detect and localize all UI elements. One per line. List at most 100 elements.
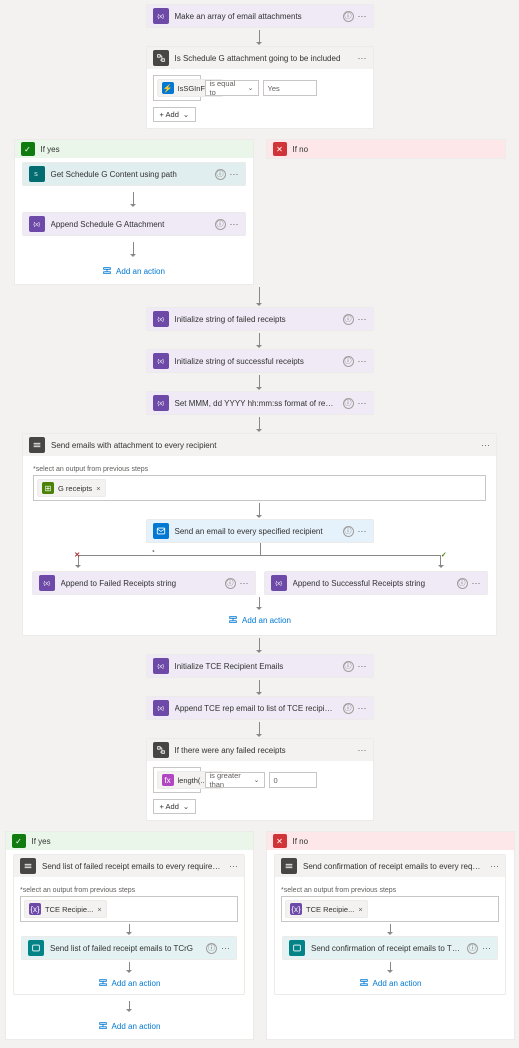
info-icon[interactable]: ⓘ: [343, 356, 354, 367]
add-action-link[interactable]: Add an action: [228, 615, 291, 625]
action-init-success[interactable]: {x} Initialize string of successful rece…: [146, 349, 374, 373]
foreach-failed-tce[interactable]: Send list of failed receipt emails to ev…: [13, 854, 245, 995]
more-icon[interactable]: ···: [358, 398, 367, 408]
action-send-confirmation[interactable]: Send confirmation of receipt emails to T…: [282, 936, 498, 960]
variable-icon: {x}: [153, 395, 169, 411]
foreach-confirm-tce[interactable]: Send confirmation of receipt emails to e…: [274, 854, 506, 995]
more-icon[interactable]: ···: [230, 169, 239, 179]
action-send-failed-list[interactable]: Send list of failed receipt emails to TC…: [21, 936, 237, 960]
action-append-success[interactable]: {x} Append to Successful Receipts string…: [264, 571, 488, 595]
condition-icon: [153, 50, 169, 66]
more-icon[interactable]: ···: [230, 219, 239, 229]
select-output-label: *select an output from previous steps: [20, 887, 238, 894]
condition-left-operand[interactable]: fxlength(...)×: [153, 767, 201, 793]
action-get-schedule-g[interactable]: S Get Schedule G Content using path ⓘ···: [22, 162, 246, 186]
svg-text:{x}: {x}: [157, 359, 164, 365]
more-icon[interactable]: ···: [229, 861, 238, 871]
select-output-input[interactable]: ⊞G receipts×: [33, 475, 486, 501]
yes-branch-2: ✓ If yes Send list of failed receipt ema…: [5, 831, 254, 1040]
condition-schedule-g[interactable]: Is Schedule G attachment going to be inc…: [146, 46, 374, 129]
connector-arrow: [133, 242, 134, 256]
more-icon[interactable]: ···: [482, 943, 491, 953]
more-icon[interactable]: ···: [240, 578, 249, 588]
variable-icon: {x}: [271, 575, 287, 591]
condition-right-operand[interactable]: 0: [269, 772, 317, 788]
info-icon[interactable]: ⓘ: [343, 661, 354, 672]
add-condition-row-button[interactable]: + Add⌄: [153, 799, 197, 814]
info-icon[interactable]: ⓘ: [467, 943, 478, 954]
variable-icon: {x}: [29, 216, 45, 232]
more-icon[interactable]: ···: [481, 440, 490, 450]
info-icon[interactable]: ⓘ: [215, 169, 226, 180]
action-append-failed[interactable]: {x} Append to Failed Receipts string ⓘ··…: [32, 571, 256, 595]
variable-token-icon: {x}: [29, 903, 41, 915]
foreach-send-emails[interactable]: Send emails with attachment to every rec…: [22, 433, 497, 636]
condition-icon: [153, 742, 169, 758]
more-icon[interactable]: ···: [358, 661, 367, 671]
add-action-link[interactable]: Add an action: [98, 978, 161, 988]
no-branch-2: ✕ If no Send confirmation of receipt ema…: [266, 831, 515, 1040]
condition-failed-receipts[interactable]: If there were any failed receipts ··· fx…: [146, 738, 374, 821]
info-icon[interactable]: ⓘ: [225, 578, 236, 589]
remove-token-icon[interactable]: ×: [96, 484, 100, 493]
action-set-format[interactable]: {x} Set MMM, dd YYYY hh:mm:ss format of …: [146, 391, 374, 415]
success-path-icon: ✓: [441, 551, 447, 559]
more-icon[interactable]: ···: [358, 526, 367, 536]
remove-token-icon[interactable]: ×: [358, 905, 362, 914]
select-output-input[interactable]: {x}TCE Recipie...×: [20, 896, 238, 922]
action-append-tce[interactable]: {x} Append TCE rep email to list of TCE …: [146, 696, 374, 720]
svg-text:{x}: {x}: [157, 664, 164, 670]
more-icon[interactable]: ···: [472, 578, 481, 588]
variable-icon: {x}: [153, 311, 169, 327]
action-send-email[interactable]: Send an email to every specified recipie…: [146, 519, 374, 543]
condition-operator[interactable]: is equal to⌄: [205, 80, 259, 96]
add-action-link[interactable]: Add an action: [98, 1021, 161, 1031]
more-icon[interactable]: ···: [221, 943, 230, 953]
remove-token-icon[interactable]: ×: [97, 905, 101, 914]
more-icon[interactable]: ···: [358, 314, 367, 324]
select-output-label: *select an output from previous steps: [33, 466, 486, 473]
action-make-array[interactable]: {x} Make an array of email attachments ⓘ…: [146, 4, 374, 28]
connector-arrow: [390, 924, 391, 934]
connector-arrow: [259, 30, 260, 44]
connector-arrow: [259, 333, 260, 347]
info-icon[interactable]: ⓘ: [215, 219, 226, 230]
action-init-tce[interactable]: {x} Initialize TCE Recipient Emails ⓘ···: [146, 654, 374, 678]
more-icon[interactable]: ···: [358, 703, 367, 713]
info-icon[interactable]: ⓘ: [206, 943, 217, 954]
info-icon[interactable]: ⓘ: [343, 398, 354, 409]
condition-left-operand[interactable]: ⚡IsSGInFor...: [153, 75, 201, 101]
variable-icon: {x}: [153, 700, 169, 716]
more-icon[interactable]: ···: [358, 745, 367, 755]
add-action-link[interactable]: Add an action: [359, 978, 422, 988]
svg-text:{x}: {x}: [157, 706, 164, 712]
add-condition-row-button[interactable]: + Add⌄: [153, 107, 197, 122]
info-icon[interactable]: ⓘ: [457, 578, 468, 589]
info-icon[interactable]: ⓘ: [343, 11, 354, 22]
no-label: If no: [293, 145, 309, 154]
select-output-input[interactable]: {x}TCE Recipie...×: [281, 896, 499, 922]
variable-icon: {x}: [153, 353, 169, 369]
variable-icon: {x}: [39, 575, 55, 591]
foreach-icon: [20, 858, 36, 874]
expression-icon: fx: [162, 774, 174, 786]
more-icon[interactable]: ···: [358, 53, 367, 63]
dynamic-content-icon: ⚡: [162, 82, 174, 94]
foreach-icon: [281, 858, 297, 874]
add-action-link[interactable]: Add an action: [102, 266, 165, 276]
more-icon[interactable]: ···: [358, 11, 367, 21]
info-icon[interactable]: ⓘ: [343, 526, 354, 537]
action-init-failed[interactable]: {x} Initialize string of failed receipts…: [146, 307, 374, 331]
chevron-down-icon: ⌄: [248, 84, 254, 92]
foreach-icon: [29, 437, 45, 453]
connector-arrow: [259, 287, 260, 305]
more-icon[interactable]: ···: [358, 356, 367, 366]
yes-label: If yes: [41, 145, 60, 154]
action-append-schedule-g[interactable]: {x} Append Schedule G Attachment ⓘ···: [22, 212, 246, 236]
sharepoint-list-icon: [289, 940, 305, 956]
info-icon[interactable]: ⓘ: [343, 314, 354, 325]
condition-right-operand[interactable]: Yes: [263, 80, 317, 96]
info-icon[interactable]: ⓘ: [343, 703, 354, 714]
more-icon[interactable]: ···: [490, 861, 499, 871]
condition-operator[interactable]: is greater than⌄: [205, 772, 265, 788]
